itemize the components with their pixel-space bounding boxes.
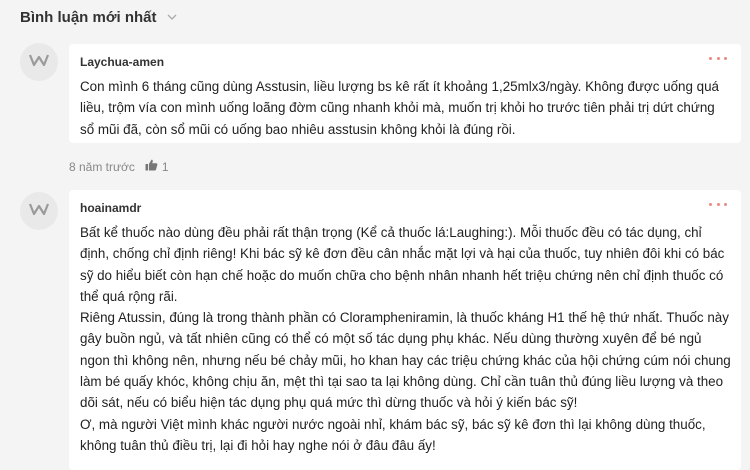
comment-time: 8 năm trước (69, 159, 135, 174)
comment-paragraph: Ơ, mà người Việt mình khác người nước ng… (80, 416, 706, 453)
comment-body: Con mình 6 tháng cũng dùng Asstusin, liề… (80, 76, 731, 140)
like-button[interactable]: 1 (145, 159, 169, 174)
more-dots-icon[interactable] (709, 53, 727, 63)
avatar[interactable] (20, 43, 58, 81)
comment-body: Bất kể thuốc nào dùng đều phải rất thận … (80, 222, 731, 456)
chevron-down-icon[interactable] (165, 10, 179, 24)
avatar[interactable] (20, 192, 58, 230)
comment-paragraph: Riêng Atussin, đúng là trong thành phần … (80, 310, 731, 411)
comment-author[interactable]: hoainamdr (80, 200, 731, 216)
more-dots-icon[interactable] (709, 199, 727, 209)
comment-paragraph: Bất kể thuốc nào dùng đều phải rất thận … (80, 225, 725, 304)
w-logo-icon (28, 201, 50, 222)
comments-header: Bình luận mới nhất (20, 6, 179, 28)
section-title: Bình luận mới nhất (20, 8, 157, 26)
comment-paragraph: Con mình 6 tháng cũng dùng Asstusin, liề… (80, 79, 719, 137)
comment-bubble: Laychua-amen Con mình 6 tháng cũng dùng … (69, 44, 741, 143)
like-count: 1 (161, 159, 169, 174)
comment-author[interactable]: Laychua-amen (80, 54, 731, 70)
comment-meta: 8 năm trước 1 (69, 159, 169, 174)
comment-bubble: hoainamdr Bất kể thuốc nào dùng đều phải… (69, 190, 741, 470)
thumbs-up-icon (145, 159, 158, 174)
w-logo-icon (28, 52, 50, 73)
